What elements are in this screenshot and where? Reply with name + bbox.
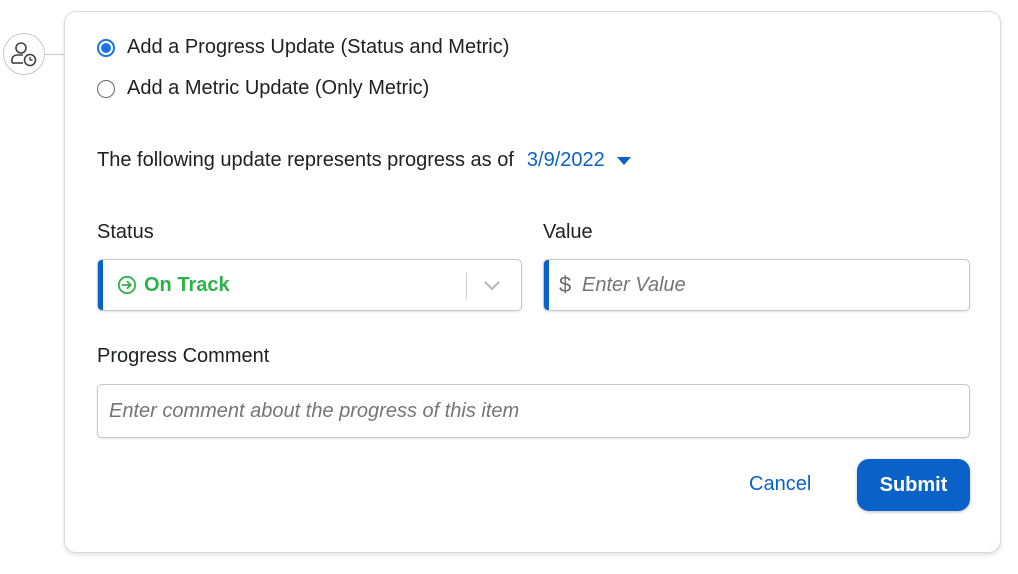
radio-button-checked[interactable] <box>97 38 115 57</box>
user-clock-avatar <box>3 33 45 75</box>
cancel-button[interactable]: Cancel <box>749 473 811 496</box>
date-picker-link[interactable]: 3/9/2022 <box>527 149 631 172</box>
value-input[interactable] <box>582 260 962 310</box>
as-of-text: The following update represents progress… <box>97 149 514 171</box>
progress-comment-label: Progress Comment <box>97 345 270 367</box>
arrow-circle-right-icon <box>117 275 137 295</box>
value-field[interactable]: $ <box>543 259 970 311</box>
field-accent-bar <box>544 260 549 310</box>
submit-button[interactable]: Submit <box>857 459 970 511</box>
radio-label: Add a Progress Update (Status and Metric… <box>127 36 510 58</box>
timeline-connector <box>45 54 65 55</box>
value-label: Value <box>543 221 593 243</box>
status-value: On Track <box>144 273 230 296</box>
comment-input[interactable] <box>109 385 959 437</box>
user-clock-icon <box>11 42 37 67</box>
as-of-row: The following update represents progress… <box>97 149 631 172</box>
comment-field[interactable] <box>97 384 970 438</box>
dropdown-separator <box>466 273 467 299</box>
caret-down-icon <box>616 156 631 165</box>
chevron-down-icon[interactable] <box>483 278 501 292</box>
progress-update-card: Add a Progress Update (Status and Metric… <box>64 11 1001 553</box>
radio-metric-update[interactable]: Add a Metric Update (Only Metric) <box>97 77 429 100</box>
as-of-date: 3/9/2022 <box>526 149 605 171</box>
radio-progress-update[interactable]: Add a Progress Update (Status and Metric… <box>97 36 509 59</box>
radio-button-unchecked[interactable] <box>97 79 115 98</box>
dollar-icon: $ <box>559 272 572 297</box>
field-accent-bar <box>98 260 103 310</box>
radio-label: Add a Metric Update (Only Metric) <box>127 77 430 99</box>
status-select[interactable]: On Track <box>97 259 522 311</box>
page: Add a Progress Update (Status and Metric… <box>0 0 1018 574</box>
status-label: Status <box>97 221 154 243</box>
